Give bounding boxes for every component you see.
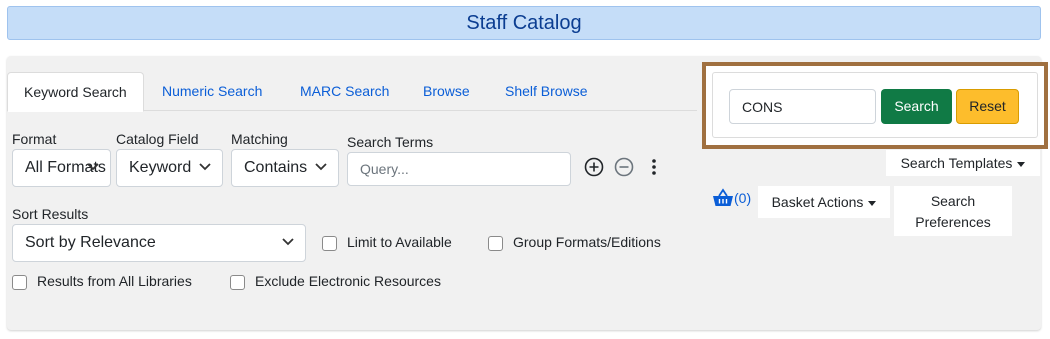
tab-browse[interactable]: Browse xyxy=(423,72,470,111)
catalog-field-select[interactable]: Keyword xyxy=(116,149,223,187)
minus-circle-icon[interactable] xyxy=(614,157,634,177)
matching-select[interactable]: Contains xyxy=(231,149,339,187)
chevron-down-icon xyxy=(87,163,99,171)
page-header: Staff Catalog xyxy=(7,6,1041,40)
tab-marc-search[interactable]: MARC Search xyxy=(300,72,389,111)
matching-select-value: Contains xyxy=(244,159,308,176)
page-title: Staff Catalog xyxy=(466,12,582,34)
basket-count[interactable]: (0) xyxy=(734,190,751,206)
tab-shelf-browse[interactable]: Shelf Browse xyxy=(505,72,587,111)
search-preferences-line1: Search xyxy=(930,193,976,209)
basket-icon[interactable] xyxy=(712,188,734,208)
basket-actions-button[interactable]: Basket Actions xyxy=(758,186,890,218)
search-button[interactable]: Search xyxy=(881,89,952,124)
search-tabs: Keyword Search Numeric Search MARC Searc… xyxy=(7,72,697,112)
limit-available-label: Limit to Available xyxy=(347,234,452,250)
group-formats-label: Group Formats/Editions xyxy=(513,234,661,250)
group-formats-checkbox[interactable] xyxy=(488,236,503,251)
more-vertical-icon[interactable] xyxy=(646,157,662,177)
catalog-field-select-value: Keyword xyxy=(129,159,192,176)
search-templates-label: Search Templates xyxy=(900,155,1013,171)
caret-down-icon xyxy=(868,200,877,206)
format-select-value: All Formats xyxy=(25,159,106,176)
sort-results-label: Sort Results xyxy=(12,206,89,222)
exclude-electronic-checkbox[interactable] xyxy=(230,275,245,290)
catalog-field-label: Catalog Field xyxy=(116,131,199,147)
search-preferences-line2: Preferences xyxy=(915,214,991,230)
chevron-down-icon xyxy=(282,238,294,246)
all-libraries-checkbox[interactable] xyxy=(12,275,27,290)
chevron-down-icon xyxy=(199,163,211,171)
search-terms-input[interactable] xyxy=(347,152,571,186)
all-libraries-label: Results from All Libraries xyxy=(37,273,192,289)
tab-numeric-search[interactable]: Numeric Search xyxy=(162,72,262,111)
chevron-down-icon xyxy=(315,163,327,171)
matching-label: Matching xyxy=(231,131,288,147)
plus-circle-icon[interactable] xyxy=(584,157,604,177)
sort-select[interactable]: Sort by Relevance xyxy=(12,224,306,262)
sort-select-value: Sort by Relevance xyxy=(25,234,156,251)
quick-search-input[interactable] xyxy=(729,89,876,124)
caret-down-icon xyxy=(1017,161,1026,167)
exclude-electronic-label: Exclude Electronic Resources xyxy=(255,273,441,289)
basket-actions-label: Basket Actions xyxy=(771,194,864,210)
format-label: Format xyxy=(12,131,57,147)
reset-button[interactable]: Reset xyxy=(956,89,1019,124)
search-terms-label: Search Terms xyxy=(347,134,434,150)
search-templates-button[interactable]: Search Templates xyxy=(886,150,1040,176)
format-select[interactable]: All Formats xyxy=(12,149,111,187)
tab-keyword-search[interactable]: Keyword Search xyxy=(7,72,144,112)
search-preferences-button[interactable]: Search Preferences xyxy=(894,186,1012,236)
limit-available-checkbox[interactable] xyxy=(322,236,337,251)
